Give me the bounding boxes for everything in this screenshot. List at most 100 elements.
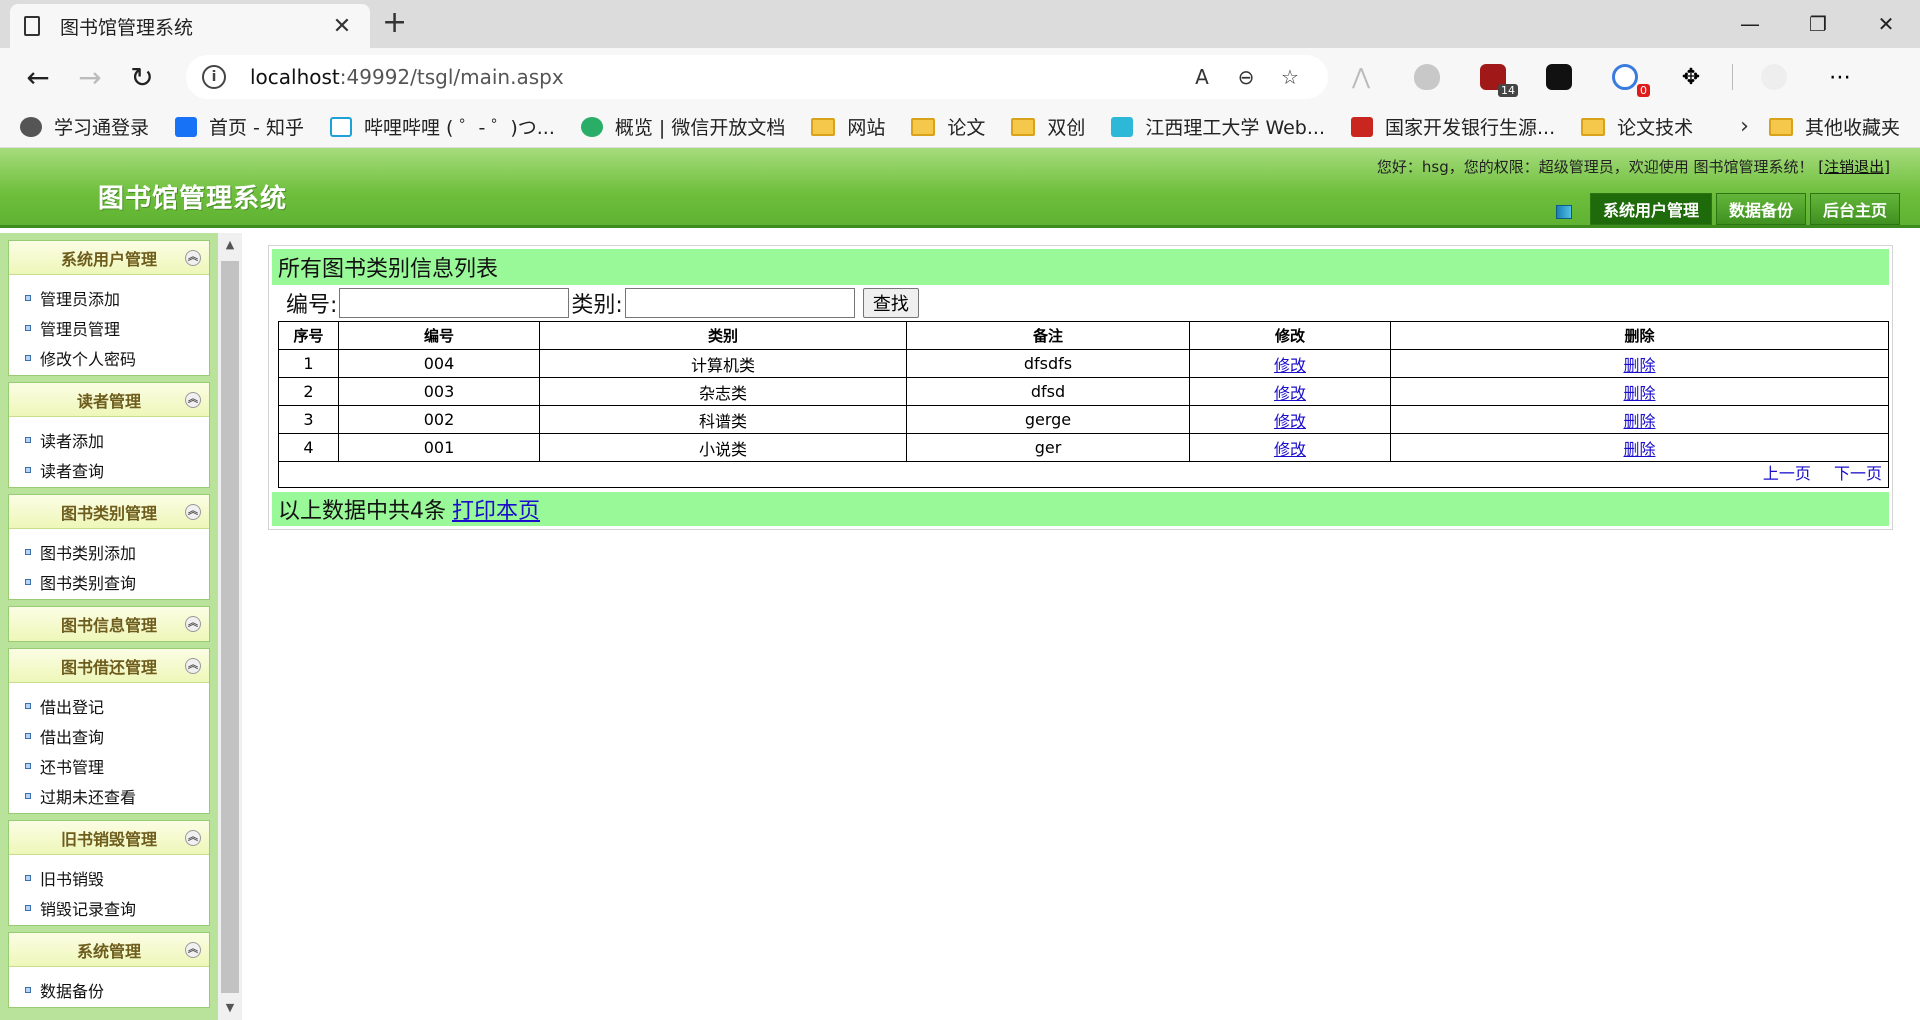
sidebar-item-overdue[interactable]: 过期未还查看 xyxy=(25,781,209,811)
table-row: 4 001 小说类 ger 修改 删除 xyxy=(278,433,1889,462)
collapse-icon[interactable]: ︽ xyxy=(185,616,201,632)
bookmark-wechat-docs[interactable]: 概览 | 微信开放文档 xyxy=(580,113,785,140)
search-button[interactable]: 查找 xyxy=(862,288,919,318)
sidebar-item-add-reader[interactable]: 读者添加 xyxy=(25,425,209,455)
bullet-icon xyxy=(25,437,31,443)
edit-link[interactable]: 修改 xyxy=(1274,384,1306,403)
bullet-icon xyxy=(25,905,31,911)
read-aloud-icon[interactable]: A xyxy=(1180,65,1224,89)
url-field[interactable]: i localhost:49992/tsgl/main.aspx A ⊖ ☆ xyxy=(186,55,1328,99)
bookmark-xuexitong[interactable]: 学习通登录 xyxy=(20,113,149,140)
prev-page-link[interactable]: 上一页 xyxy=(1763,464,1811,483)
edit-link[interactable]: 修改 xyxy=(1274,356,1306,375)
scroll-up-icon[interactable]: ▲ xyxy=(218,233,242,257)
bookmark-cdb[interactable]: 国家开发银行生源... xyxy=(1351,113,1555,140)
bookmark-folder-sites[interactable]: 网站 xyxy=(811,113,885,140)
chevron-right-icon[interactable]: › xyxy=(1740,114,1749,139)
nav-arrows-icon[interactable] xyxy=(1546,199,1582,225)
sidebar-group-header[interactable]: 图书类别管理 ︽ xyxy=(9,495,209,529)
collapse-icon[interactable]: ︽ xyxy=(185,658,201,674)
bookmark-bilibili[interactable]: 哔哩哔哩 ( ゜- ゜)つ... xyxy=(329,113,555,140)
folder-icon xyxy=(1011,117,1036,136)
bookmark-folder-paper-tech[interactable]: 论文技术 xyxy=(1581,113,1693,140)
sidebar-item-destroy-records[interactable]: 销毁记录查询 xyxy=(25,893,209,923)
sidebar-item-borrow-register[interactable]: 借出登记 xyxy=(25,691,209,721)
favorite-icon[interactable]: ☆ xyxy=(1268,65,1312,89)
sidebar-item-add-admin[interactable]: 管理员添加 xyxy=(25,283,209,313)
sidebar-group-books: 图书信息管理 ︽ xyxy=(8,606,210,642)
site-info-icon[interactable]: i xyxy=(202,65,226,89)
forward-icon[interactable]: → xyxy=(64,55,116,99)
delete-link[interactable]: 删除 xyxy=(1623,384,1655,403)
globe-icon xyxy=(20,116,42,137)
sidebar-item-borrow-query[interactable]: 借出查询 xyxy=(25,721,209,751)
bookmark-folder-innovation[interactable]: 双创 xyxy=(1011,113,1085,140)
sidebar-item-change-password[interactable]: 修改个人密码 xyxy=(25,343,209,373)
next-page-link[interactable]: 下一页 xyxy=(1834,464,1882,483)
sidebar-item-add-category[interactable]: 图书类别添加 xyxy=(25,537,209,567)
extension-shield-icon[interactable] xyxy=(1394,55,1460,99)
sidebar-item-data-backup[interactable]: 数据备份 xyxy=(25,975,209,1005)
collapse-icon[interactable]: ︽ xyxy=(185,504,201,520)
edit-link[interactable]: 修改 xyxy=(1274,412,1306,431)
restore-icon[interactable]: ❐ xyxy=(1784,0,1852,48)
sidebar-group-header[interactable]: 系统管理 ︽ xyxy=(9,933,209,967)
bookmark-zhihu[interactable]: 首页 - 知乎 xyxy=(175,113,304,140)
column-header: 修改 xyxy=(1189,321,1391,350)
extensions-puzzle-icon[interactable]: ✥ xyxy=(1658,55,1724,99)
nav-user-management[interactable]: 系统用户管理 xyxy=(1589,193,1712,225)
extension-ublock-icon[interactable]: 14 xyxy=(1460,55,1526,99)
sidebar-group-header[interactable]: 读者管理 ︽ xyxy=(9,383,209,417)
delete-link[interactable]: 删除 xyxy=(1623,412,1655,431)
extension-glasses-icon[interactable] xyxy=(1526,55,1592,99)
extension-a-icon[interactable]: ⋀ xyxy=(1328,55,1394,99)
sidebar-group-header[interactable]: 旧书销毁管理 ︽ xyxy=(9,821,209,855)
nav-admin-home[interactable]: 后台主页 xyxy=(1809,193,1900,225)
close-tab-icon[interactable]: ✕ xyxy=(328,14,356,39)
sidebar-item-manage-admin[interactable]: 管理员管理 xyxy=(25,313,209,343)
profile-avatar[interactable] xyxy=(1741,55,1807,99)
logout-link[interactable]: [注销退出] xyxy=(1818,158,1890,176)
sidebar-group-header[interactable]: 系统用户管理 ︽ xyxy=(9,241,209,275)
new-tab-icon[interactable]: + xyxy=(382,8,407,38)
minimize-icon[interactable]: — xyxy=(1716,0,1784,48)
scroll-down-icon[interactable]: ▼ xyxy=(218,996,242,1020)
row-code: 003 xyxy=(338,377,540,406)
browser-tab[interactable]: 图书馆管理系统 ✕ xyxy=(10,4,370,48)
delete-link[interactable]: 删除 xyxy=(1623,440,1655,459)
collapse-icon[interactable]: ︽ xyxy=(185,392,201,408)
window-close-icon[interactable]: ✕ xyxy=(1852,0,1920,48)
search-no-input[interactable] xyxy=(339,288,570,318)
extension-badge: 0 xyxy=(1637,84,1650,97)
bullet-icon xyxy=(25,579,31,585)
search-category-label: 类别: xyxy=(571,293,623,318)
bookmark-folder-papers[interactable]: 论文 xyxy=(911,113,985,140)
sidebar-scrollbar[interactable]: ▲ ▼ xyxy=(218,233,242,1020)
search-category-input[interactable] xyxy=(624,288,855,318)
sidebar-group-header[interactable]: 图书借还管理 ︽ xyxy=(9,649,209,683)
bookmark-folder-other[interactable]: 其他收藏夹 xyxy=(1768,113,1900,140)
sidebar-item-query-reader[interactable]: 读者查询 xyxy=(25,455,209,485)
table-header-row: 序号 编号 类别 备注 修改 删除 xyxy=(278,321,1889,350)
window-controls: — ❐ ✕ xyxy=(1716,0,1920,48)
refresh-icon[interactable]: ↻ xyxy=(116,55,168,99)
edit-link[interactable]: 修改 xyxy=(1274,440,1306,459)
back-icon[interactable]: ← xyxy=(12,55,64,99)
sidebar-group-borrow: 图书借还管理 ︽ 借出登记 借出查询 还书管理 过期未还查看 xyxy=(8,648,210,814)
top-nav: 系统用户管理 数据备份 后台主页 xyxy=(1546,193,1900,225)
collapse-icon[interactable]: ︽ xyxy=(185,942,201,958)
extension-check-icon[interactable]: 0 xyxy=(1592,55,1658,99)
sidebar-item-return-books[interactable]: 还书管理 xyxy=(25,751,209,781)
nav-data-backup[interactable]: 数据备份 xyxy=(1715,193,1806,225)
sidebar-item-query-category[interactable]: 图书类别查询 xyxy=(25,567,209,597)
bookmark-jxust[interactable]: 江西理工大学 Web... xyxy=(1111,113,1325,140)
print-page-link[interactable]: 打印本页 xyxy=(452,493,540,525)
sidebar-item-destroy-book[interactable]: 旧书销毁 xyxy=(25,863,209,893)
zoom-out-icon[interactable]: ⊖ xyxy=(1224,65,1268,89)
collapse-icon[interactable]: ︽ xyxy=(185,830,201,846)
scrollbar-thumb[interactable] xyxy=(221,261,239,993)
sidebar-group-header[interactable]: 图书信息管理 ︽ xyxy=(9,607,209,641)
more-menu-icon[interactable]: ⋯ xyxy=(1807,55,1873,99)
delete-link[interactable]: 删除 xyxy=(1623,356,1655,375)
collapse-icon[interactable]: ︽ xyxy=(185,250,201,266)
